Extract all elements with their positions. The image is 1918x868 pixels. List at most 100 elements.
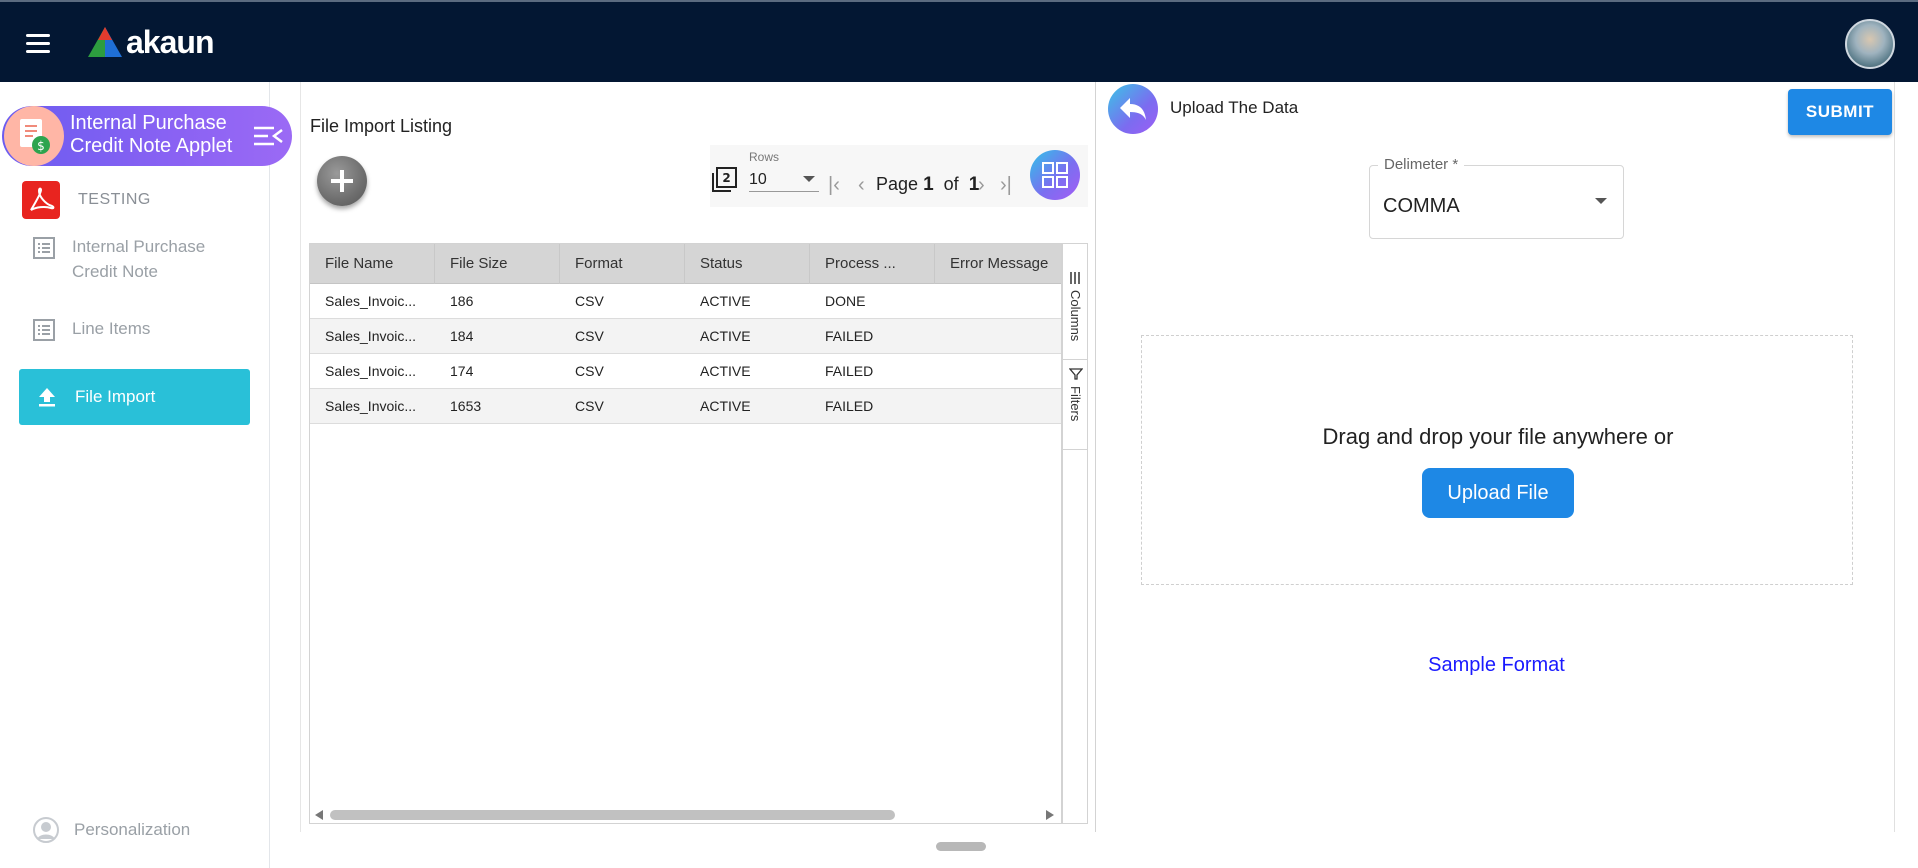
sidebar-item-label: Line Items <box>72 319 151 338</box>
columns-icon <box>1069 272 1080 284</box>
personalization-link[interactable]: Personalization <box>32 816 190 844</box>
file-dropzone[interactable]: Drag and drop your file anywhere or Uplo… <box>1141 335 1853 585</box>
applet-icon: $ <box>4 106 64 166</box>
upload-title: Upload The Data <box>1170 98 1299 117</box>
chevron-down-icon <box>1595 198 1607 204</box>
nav-group-label: TESTING <box>78 191 151 208</box>
table-body: Sales_Invoic... 186 CSV ACTIVE DONE Sale… <box>310 284 1061 424</box>
file-import-table: File Name File Size Format Status Proces… <box>309 243 1062 824</box>
page-indicator: Page 1 of 1 <box>876 174 979 196</box>
cell-file-size: 1653 <box>450 398 482 414</box>
cell-status: ACTIVE <box>700 293 751 309</box>
column-header-format[interactable]: Format <box>560 244 685 284</box>
menu-icon[interactable] <box>26 34 50 54</box>
horizontal-scrollbar[interactable] <box>310 807 1060 821</box>
cell-process: FAILED <box>825 363 874 379</box>
pages-stack-icon[interactable]: 2 <box>710 166 738 194</box>
next-page-icon[interactable]: › <box>978 174 985 197</box>
resize-handle[interactable] <box>936 842 986 851</box>
scroll-right-icon[interactable] <box>1046 810 1054 820</box>
column-header-file-size[interactable]: File Size <box>435 244 560 284</box>
upload-file-button[interactable]: Upload File <box>1422 468 1574 518</box>
sidebar-item-label: File Import <box>75 387 156 406</box>
table-row[interactable]: Sales_Invoic... 186 CSV ACTIVE DONE <box>310 284 1061 319</box>
svg-text:2: 2 <box>722 171 730 185</box>
table-row[interactable]: Sales_Invoic... 1653 CSV ACTIVE FAILED <box>310 389 1061 424</box>
cell-file-name: Sales_Invoic... <box>325 328 417 344</box>
logo-mark-icon <box>88 27 122 57</box>
sidebar-item-file-import[interactable]: File Import <box>19 369 250 425</box>
filters-tab-label: Filters <box>1068 386 1083 422</box>
previous-page-icon[interactable]: ‹ <box>858 174 865 197</box>
cell-file-size: 174 <box>450 363 474 379</box>
plus-icon <box>331 170 353 192</box>
rows-label: Rows <box>749 150 780 164</box>
scrollbar-thumb[interactable] <box>330 810 895 820</box>
collapse-sidebar-icon[interactable] <box>252 124 284 148</box>
list-icon <box>33 319 55 341</box>
cell-process: FAILED <box>825 328 874 344</box>
cell-error-message <box>935 354 1060 389</box>
applet-title: Internal Purchase Credit Note Applet <box>70 112 233 157</box>
table-row[interactable]: Sales_Invoic... 174 CSV ACTIVE FAILED <box>310 354 1061 389</box>
sample-format-link[interactable]: Sample Format <box>1098 654 1895 677</box>
cell-error-message <box>935 389 1060 424</box>
rows-per-page-select[interactable]: 10 <box>749 168 819 192</box>
svg-text:$: $ <box>37 139 45 153</box>
grid-view-button[interactable] <box>1030 150 1080 200</box>
sidebar-item-label: Internal Purchase Credit Note <box>72 237 206 281</box>
dropzone-text: Drag and drop your file anywhere or <box>1322 424 1674 449</box>
user-avatar[interactable] <box>1845 19 1895 69</box>
akaun-logo[interactable]: akaun <box>88 24 214 60</box>
column-header-file-name[interactable]: File Name <box>310 244 435 284</box>
columns-tab-label: Columns <box>1068 290 1083 342</box>
nav-group-testing: TESTING <box>22 181 151 219</box>
columns-tab[interactable]: Columns <box>1063 264 1088 360</box>
listing-title: File Import Listing <box>310 116 453 136</box>
cell-status: ACTIVE <box>700 328 751 344</box>
back-arrow-icon <box>1120 98 1146 120</box>
column-header-status[interactable]: Status <box>685 244 810 284</box>
grid-icon <box>1042 162 1068 188</box>
personalization-label: Personalization <box>74 820 191 839</box>
list-icon <box>33 237 55 259</box>
cell-process: FAILED <box>825 398 874 414</box>
scroll-left-icon[interactable] <box>315 810 323 820</box>
table-header: File Name File Size Format Status Proces… <box>310 244 1061 284</box>
cell-file-size: 184 <box>450 328 474 344</box>
cell-format: CSV <box>575 398 604 414</box>
first-page-icon[interactable]: |‹ <box>828 174 840 197</box>
cell-file-name: Sales_Invoic... <box>325 398 417 414</box>
column-header-error-message[interactable]: Error Message <box>935 244 1060 284</box>
side-tool-panel: Columns Filters <box>1062 243 1088 824</box>
cell-format: CSV <box>575 363 604 379</box>
applet-header: $ Internal Purchase Credit Note Applet <box>2 106 292 166</box>
cell-file-size: 186 <box>450 293 474 309</box>
sidebar-item-line-items[interactable]: Line Items <box>32 316 150 342</box>
table-row[interactable]: Sales_Invoic... 184 CSV ACTIVE FAILED <box>310 319 1061 354</box>
page-current: 1 <box>923 174 934 195</box>
submit-button[interactable]: SUBMIT <box>1788 89 1892 135</box>
page-label: Page <box>876 174 919 194</box>
rows-value: 10 <box>749 170 767 188</box>
column-header-process[interactable]: Process ... <box>810 244 935 284</box>
back-button[interactable] <box>1108 84 1158 134</box>
page-of: of <box>943 174 959 194</box>
filters-tab[interactable]: Filters <box>1063 360 1088 450</box>
acrobat-icon <box>22 181 60 219</box>
cell-error-message <box>935 319 1060 354</box>
cell-error-message <box>935 284 1060 319</box>
cell-file-name: Sales_Invoic... <box>325 293 417 309</box>
delimiter-select[interactable]: Delimeter * COMMA <box>1369 156 1624 239</box>
top-bar: akaun <box>0 0 1918 82</box>
last-page-icon[interactable]: ›| <box>1000 174 1012 197</box>
cell-format: CSV <box>575 328 604 344</box>
filter-icon <box>1068 368 1083 380</box>
cell-format: CSV <box>575 293 604 309</box>
sidebar-item-internal-purchase-credit-note[interactable]: Internal Purchase Credit Note <box>32 234 222 284</box>
delimiter-label: Delimeter * <box>1378 156 1465 173</box>
cell-file-name: Sales_Invoic... <box>325 363 417 379</box>
cell-status: ACTIVE <box>700 398 751 414</box>
sidebar: $ Internal Purchase Credit Note Applet T… <box>0 82 292 868</box>
add-button[interactable] <box>317 156 367 206</box>
